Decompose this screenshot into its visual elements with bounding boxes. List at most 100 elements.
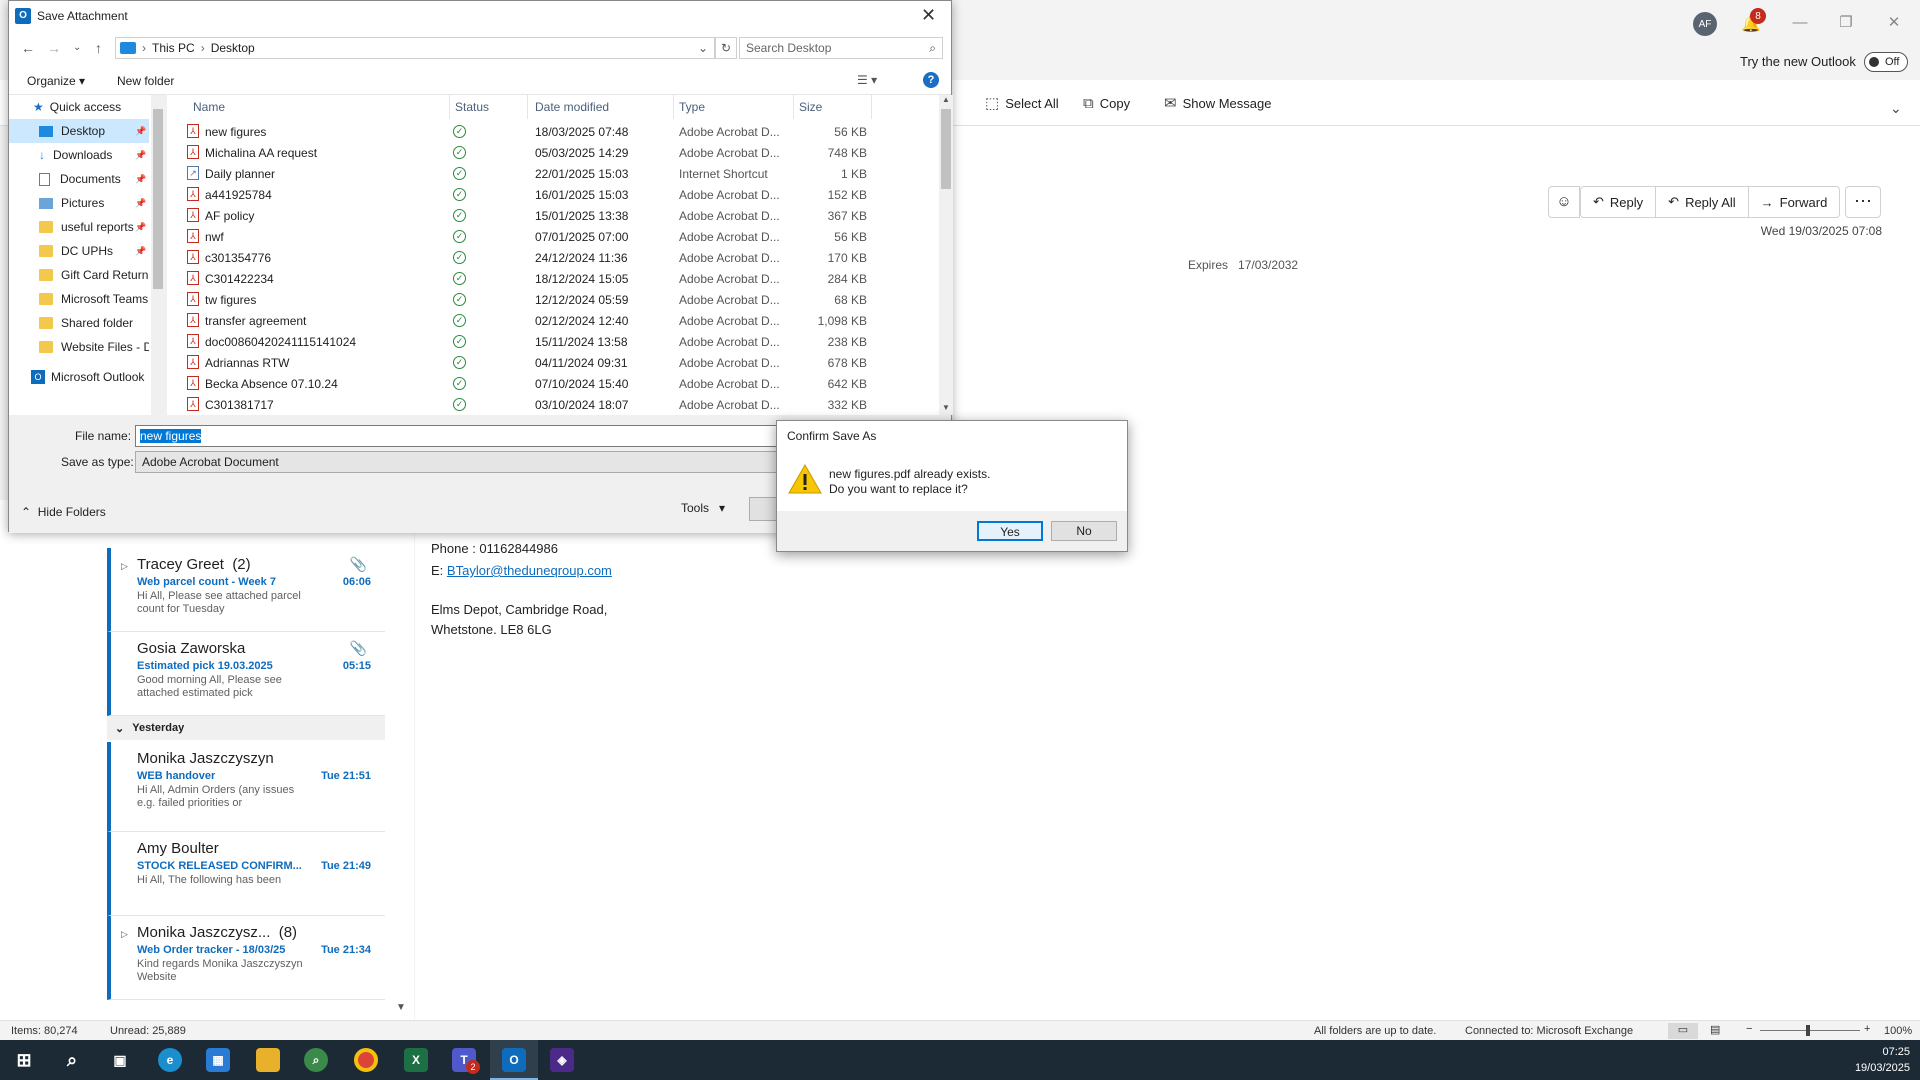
zoom-level[interactable]: 100% [1884, 1025, 1912, 1037]
reply-button[interactable]: ↶ Reply [1581, 187, 1657, 217]
column-status[interactable]: Status [455, 100, 489, 114]
column-type[interactable]: Type [679, 100, 705, 114]
emoji-icon[interactable]: ☺ [1548, 186, 1580, 218]
outlook-app[interactable]: O [490, 1040, 538, 1080]
nav-item-downloads[interactable]: ↓ Downloads 📌 [9, 143, 149, 167]
refresh-icon[interactable]: ↻ [715, 37, 737, 59]
expand-thread-icon[interactable]: ▷ [121, 929, 128, 940]
file-row[interactable]: ⅄ nwf ✓ 07/01/2025 07:00 Adobe Acrobat D... 5… [167, 226, 907, 247]
forward-button[interactable]: → Forward [1749, 187, 1840, 217]
start-button[interactable]: ⊞ [0, 1040, 48, 1080]
dialog-titlebar[interactable]: O Save Attachment ✕ [9, 1, 951, 31]
maximize-icon[interactable]: ❐ [1826, 10, 1866, 36]
file-row[interactable]: ⅄ new figures ✓ 18/03/2025 07:48 Adobe Acrob… [167, 121, 907, 142]
column-size[interactable]: Size [799, 100, 822, 114]
reply-all-button[interactable]: ↶ Reply All [1656, 187, 1749, 217]
select-all-button[interactable]: ⬚ Select All [985, 92, 1059, 114]
nav-item-useful-reports[interactable]: useful reports 📌 [9, 215, 149, 239]
file-row[interactable]: ⅄ a441925784 ✓ 16/01/2025 15:03 Adobe Acroba… [167, 184, 907, 205]
breadcrumb-this-pc[interactable]: This PC [152, 41, 195, 55]
file-row[interactable]: ⅄ Michalina AA request ✓ 05/03/2025 14:29 Ad… [167, 142, 907, 163]
nav-item-microsoft-teams[interactable]: Microsoft Teams [9, 287, 149, 311]
zoom-out-icon[interactable]: − [1746, 1023, 1752, 1035]
nav-scrollbar[interactable] [151, 95, 165, 415]
file-row[interactable]: ⅄ C301422234 ✓ 18/12/2024 15:05 Adobe Acroba… [167, 268, 907, 289]
zoom-in-icon[interactable]: + [1864, 1023, 1870, 1035]
scroll-down-icon[interactable]: ▼ [942, 403, 950, 412]
nav-item-shared-folder[interactable]: Shared folder [9, 311, 149, 335]
message-list-scrollbar[interactable] [393, 500, 411, 1024]
change-view-icon[interactable]: ☰ ▾ [857, 73, 877, 87]
nav-item-gift-card-return[interactable]: Gift Card Return [9, 263, 149, 287]
nav-item-microsoft-outlook[interactable]: O Microsoft Outlook [9, 365, 149, 389]
show-message-button[interactable]: ✉ Show Message [1164, 92, 1271, 114]
file-row[interactable]: ⅄ tw figures ✓ 12/12/2024 05:59 Adobe Acroba… [167, 289, 907, 310]
file-row[interactable]: ⅄ c301354776 ✓ 24/12/2024 11:36 Adobe Acroba… [167, 247, 907, 268]
zoom-slider[interactable] [1760, 1030, 1860, 1031]
more-actions-button[interactable]: ⋯ [1845, 186, 1881, 218]
copy-button[interactable]: ⧉ Copy [1083, 92, 1130, 114]
yes-button[interactable]: Yes [977, 521, 1043, 541]
close-icon[interactable]: ✕ [921, 5, 936, 26]
nav-item-dc-uphs[interactable]: DC UPHs 📌 [9, 239, 149, 263]
explorer-app[interactable] [244, 1040, 292, 1080]
file-scroll-thumb[interactable] [941, 109, 951, 189]
help-icon[interactable]: ? [923, 72, 939, 88]
nav-item-documents[interactable]: Documents 📌 [9, 167, 149, 191]
list-item[interactable]: Gosia Zaworska 📎 Estimated pick 19.03.20… [107, 632, 385, 716]
list-item[interactable]: ▷ Monika Jaszczysz... (8) Web Order trac… [107, 916, 385, 1000]
nav-item-desktop[interactable]: Desktop 📌 [9, 119, 149, 143]
nav-scroll-thumb[interactable] [153, 109, 163, 289]
no-button[interactable]: No [1051, 521, 1117, 541]
file-row[interactable]: ⅄ C301381717 ✓ 03/10/2024 18:07 Adobe Acroba… [167, 394, 907, 415]
search-input[interactable]: Search Desktop ⌕ [739, 37, 943, 59]
forward-arrow-icon[interactable]: → [47, 40, 61, 56]
excel-app[interactable]: X [392, 1040, 440, 1080]
organize-menu[interactable]: Organize ▾ [27, 74, 85, 88]
file-list-scrollbar[interactable]: ▲ ▼ [939, 95, 953, 415]
file-row[interactable]: ⅄ Becka Absence 07.10.24 ✓ 07/10/2024 15:40… [167, 373, 907, 394]
chrome-app[interactable] [342, 1040, 390, 1080]
list-item[interactable]: Amy Boulter STOCK RELEASED CONFIRM... Tu… [107, 832, 385, 916]
list-item[interactable]: ▷ Tracey Greet (2) 📎 Web parcel count - … [107, 548, 385, 632]
group-header-yesterday[interactable]: ⌄ Yesterday [107, 716, 385, 740]
normal-view-icon[interactable]: ▭ [1668, 1023, 1698, 1039]
hide-folders-button[interactable]: ⌃ Hide Folders [21, 505, 106, 519]
file-row[interactable]: ⅄ Adriannas RTW ✓ 04/11/2024 09:31 Adobe Acr… [167, 352, 907, 373]
column-name[interactable]: Name [193, 100, 225, 114]
list-item[interactable]: Monika Jaszczyszyn WEB handover Tue 21:5… [107, 742, 385, 832]
search-button[interactable]: ⌕ [48, 1040, 96, 1080]
column-date-modified[interactable]: Date modified [535, 100, 609, 114]
new-outlook-toggle[interactable]: Off [1864, 52, 1908, 72]
file-row[interactable]: ⅄ doc00860420241115141024 ✓ 15/11/2024 13:5… [167, 331, 907, 352]
magnifier-app[interactable]: ⌕ [292, 1040, 340, 1080]
address-bar[interactable]: › This PC › Desktop ⌄ [115, 37, 715, 59]
zoom-slider-handle[interactable] [1806, 1025, 1810, 1036]
ribbon-collapse-icon[interactable]: ⌄ [1890, 100, 1902, 117]
minimize-icon[interactable]: — [1780, 10, 1820, 36]
close-icon[interactable]: ✕ [1874, 10, 1914, 36]
tools-menu[interactable]: Tools ▾ [681, 501, 725, 515]
file-row[interactable]: ⅄ transfer agreement ✓ 02/12/2024 12:40 Adob… [167, 310, 907, 331]
teams-app[interactable]: T2 [440, 1040, 488, 1080]
account-avatar[interactable]: AF [1693, 12, 1717, 36]
taskbar-clock[interactable]: 07:25 19/03/2025 [1830, 1044, 1910, 1076]
store-app[interactable]: ▦ [194, 1040, 242, 1080]
scroll-up-icon[interactable]: ▲ [942, 95, 950, 104]
app-icon[interactable]: ◈ [538, 1040, 586, 1080]
scroll-down-icon[interactable]: ▼ [396, 1002, 406, 1013]
file-row[interactable]: ⅄ AF policy ✓ 15/01/2025 13:38 Adobe Acrobat… [167, 205, 907, 226]
task-view-button[interactable]: ▣ [96, 1040, 144, 1080]
breadcrumb-desktop[interactable]: Desktop [211, 41, 255, 55]
recent-locations-icon[interactable]: ⌄ [73, 42, 81, 53]
expand-thread-icon[interactable]: ▷ [121, 561, 128, 572]
nav-item-pictures[interactable]: Pictures 📌 [9, 191, 149, 215]
nav-item-quick-access[interactable]: ★ Quick access [9, 95, 149, 119]
edge-app[interactable]: e [146, 1040, 194, 1080]
reading-view-icon[interactable]: ▤ [1710, 1023, 1720, 1036]
chevron-down-icon[interactable]: ⌄ [698, 41, 708, 55]
up-arrow-icon[interactable]: ↑ [95, 40, 102, 56]
email-link[interactable]: BTaylor@theduneqroup.com [447, 563, 612, 578]
nav-item-website-files[interactable]: Website Files - D [9, 335, 149, 359]
new-folder-button[interactable]: New folder [117, 74, 174, 88]
